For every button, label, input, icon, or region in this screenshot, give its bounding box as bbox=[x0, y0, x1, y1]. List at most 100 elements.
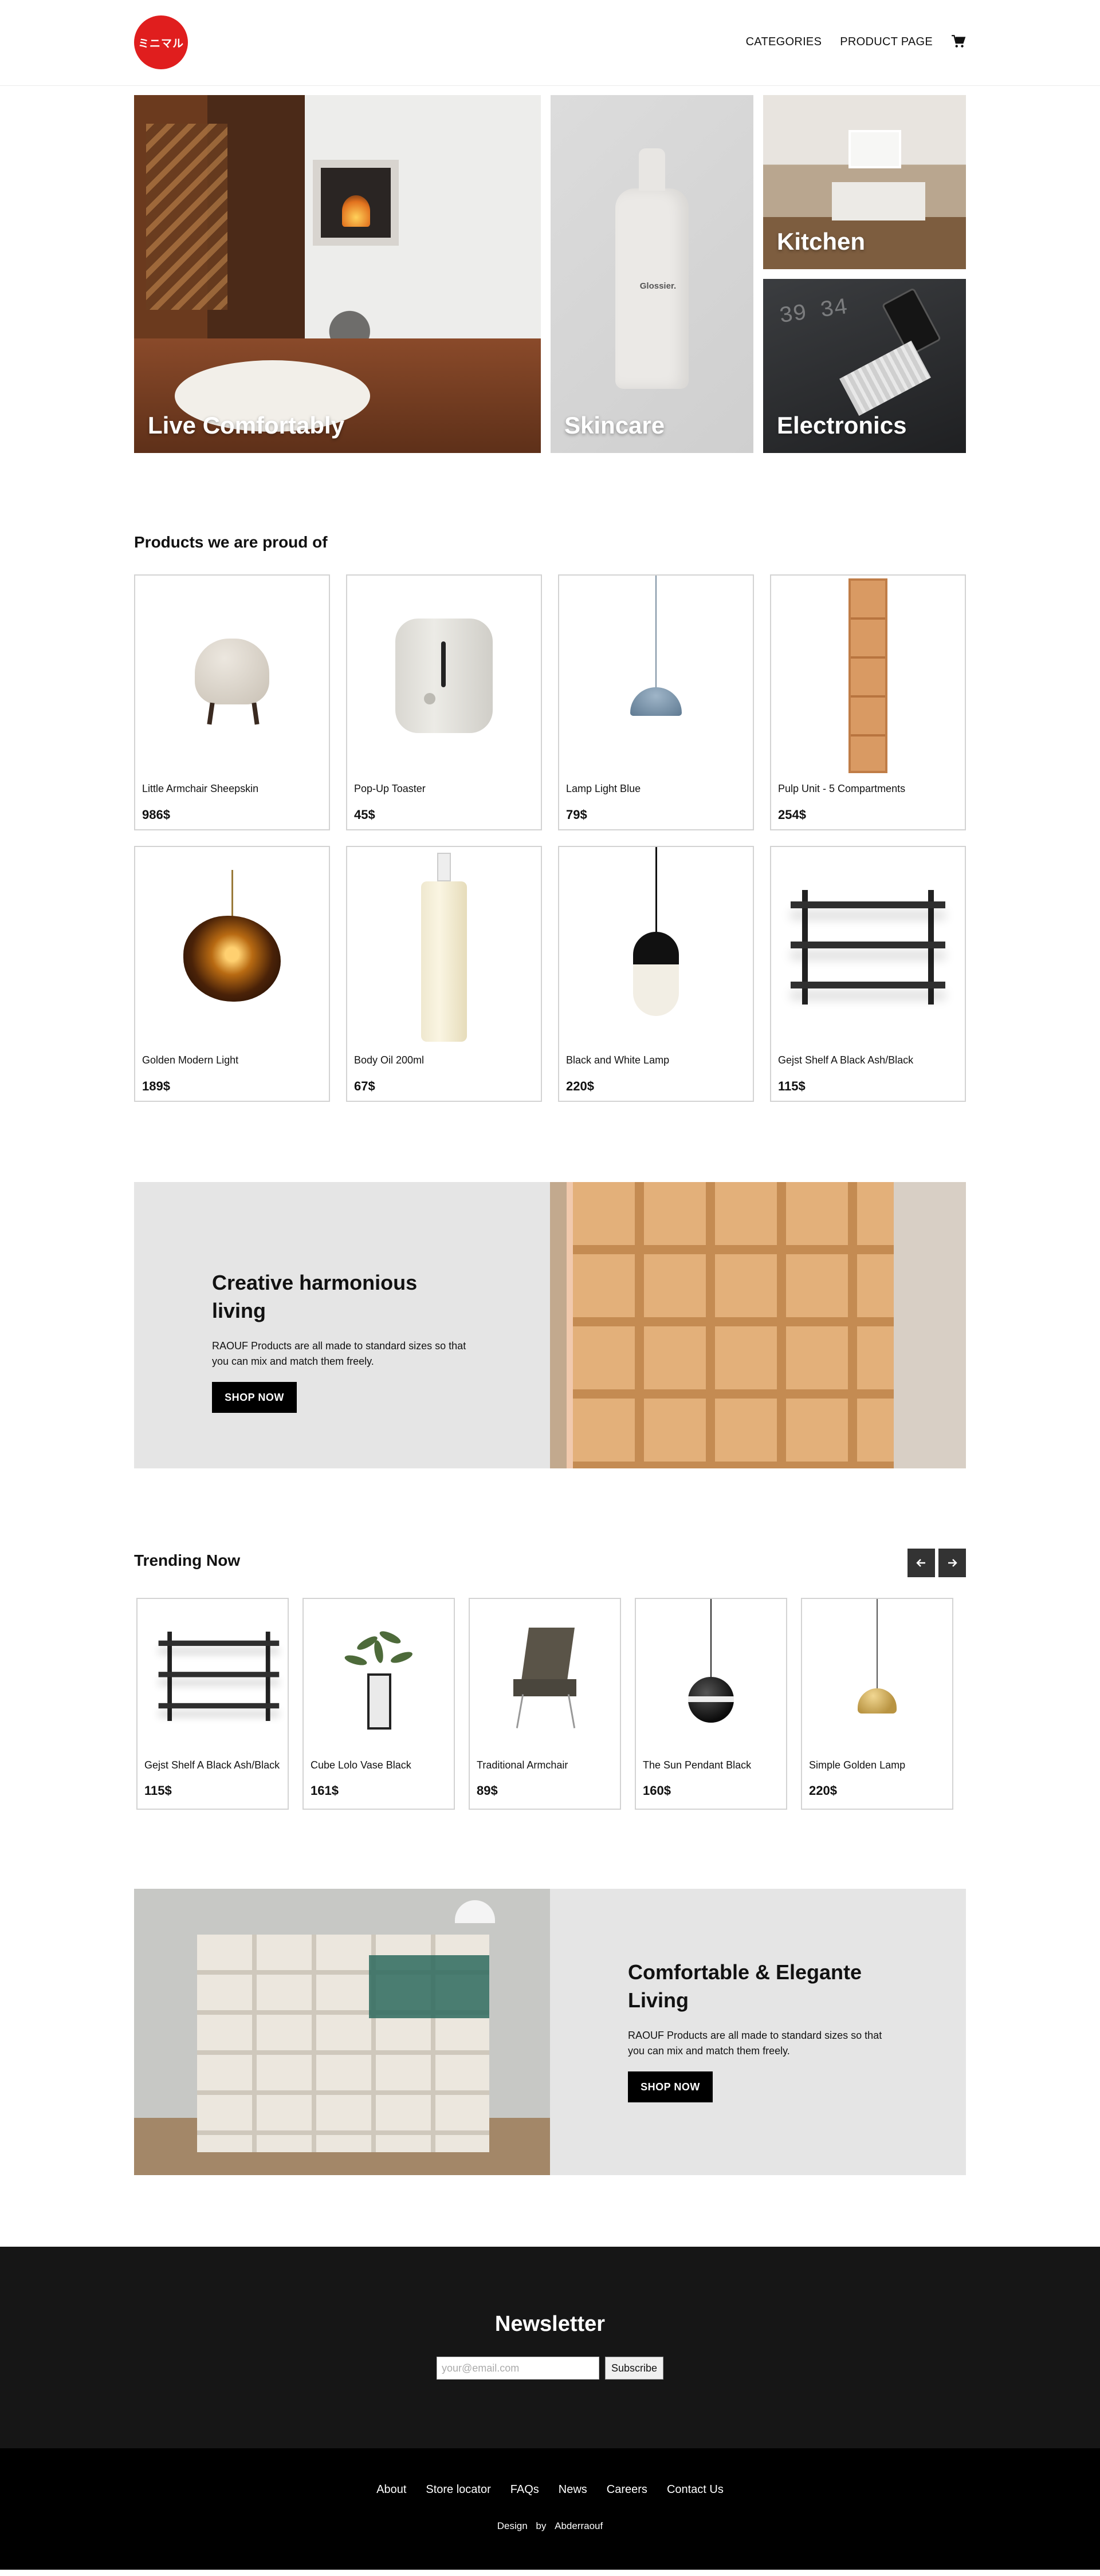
footer-link-store-locator[interactable]: Store locator bbox=[426, 2483, 490, 2496]
product-name: Golden Modern Light bbox=[142, 1054, 239, 1066]
newsletter-form: Subscribe bbox=[0, 2357, 1100, 2380]
category-tile-skincare[interactable]: Glossier. Skincare bbox=[551, 95, 753, 453]
keyboard-graphic bbox=[839, 340, 931, 416]
product-name: Gejst Shelf A Black Ash/Black bbox=[778, 1054, 914, 1066]
trending-card[interactable]: Cube Lolo Vase Black 161$ bbox=[302, 1598, 455, 1810]
credit-prefix: Design bbox=[497, 2520, 528, 2531]
product-name: Cube Lolo Vase Black bbox=[311, 1759, 411, 1771]
product-price: 220$ bbox=[809, 1783, 837, 1798]
arrow-left-icon[interactable] bbox=[907, 1549, 935, 1577]
main-content: Live Comfortably Glossier. Skincare Kitc… bbox=[134, 95, 966, 2175]
subscribe-button[interactable]: Subscribe bbox=[604, 2357, 664, 2380]
proud-products-grid: Little Armchair Sheepskin 986$ Pop-Up To… bbox=[134, 574, 966, 1102]
nav-product-page[interactable]: PRODUCT PAGE bbox=[840, 36, 933, 49]
trending-title: Trending Now bbox=[134, 1551, 241, 1569]
site-header: ミニマル CATEGORIES PRODUCT PAGE bbox=[0, 0, 1100, 86]
product-card[interactable]: Lamp Light Blue 79$ bbox=[558, 574, 754, 830]
site-footer: About Store locator FAQs News Careers Co… bbox=[0, 2448, 1100, 2570]
product-price: 986$ bbox=[142, 808, 170, 822]
promo-text-panel: Creative harmonious living RAOUF Product… bbox=[134, 1182, 550, 1468]
footer-link-about[interactable]: About bbox=[376, 2483, 406, 2496]
product-image bbox=[771, 847, 965, 1047]
product-price: 79$ bbox=[566, 808, 587, 822]
product-card[interactable]: Gejst Shelf A Black Ash/Black 115$ bbox=[770, 846, 966, 1102]
logo[interactable]: ミニマル bbox=[134, 15, 188, 69]
shop-now-button[interactable]: SHOP NOW bbox=[212, 1382, 297, 1413]
product-price: 189$ bbox=[142, 1079, 170, 1093]
product-card[interactable]: Pulp Unit - 5 Compartments 254$ bbox=[770, 574, 966, 830]
product-name: Pulp Unit - 5 Compartments bbox=[778, 783, 906, 794]
product-price: 67$ bbox=[354, 1079, 375, 1093]
product-card[interactable]: Body Oil 200ml 67$ bbox=[346, 846, 542, 1102]
promo-text-panel: Comfortable & Elegante Living RAOUF Prod… bbox=[550, 1889, 966, 2175]
trending-card[interactable]: Gejst Shelf A Black Ash/Black 115$ bbox=[136, 1598, 289, 1810]
product-name: Lamp Light Blue bbox=[566, 783, 641, 794]
bottle-brand: Glossier. bbox=[639, 281, 677, 291]
product-image bbox=[559, 576, 753, 776]
product-price: 115$ bbox=[778, 1079, 806, 1093]
promo-description: RAOUF Products are all made to standard … bbox=[628, 2030, 882, 2057]
category-tile-living[interactable]: Live Comfortably bbox=[134, 95, 541, 453]
footer-link-news[interactable]: News bbox=[559, 2483, 587, 2496]
footer-link-faqs[interactable]: FAQs bbox=[510, 2483, 539, 2496]
product-price: 160$ bbox=[643, 1783, 671, 1798]
promo-banner-elegant: Comfortable & Elegante Living RAOUF Prod… bbox=[134, 1889, 966, 2175]
promo-banner-creative: Creative harmonious living RAOUF Product… bbox=[134, 1182, 966, 1468]
product-card[interactable]: Black and White Lamp 220$ bbox=[558, 846, 754, 1102]
newsletter-section: Newsletter Subscribe bbox=[0, 2247, 1100, 2448]
promo-image-bookcase bbox=[134, 1889, 550, 2175]
product-image bbox=[771, 576, 965, 776]
product-card[interactable]: Golden Modern Light 189$ bbox=[134, 846, 330, 1102]
product-name: The Sun Pendant Black bbox=[643, 1759, 752, 1771]
product-image bbox=[636, 1599, 786, 1754]
product-name: Body Oil 200ml bbox=[354, 1054, 425, 1066]
product-price: 45$ bbox=[354, 808, 375, 822]
shopping-cart-icon[interactable] bbox=[951, 34, 966, 49]
product-name: Pop-Up Toaster bbox=[354, 783, 426, 794]
trending-header: Trending Now bbox=[134, 1549, 966, 1577]
footer-links: About Store locator FAQs News Careers Co… bbox=[0, 2483, 1100, 2496]
product-image bbox=[347, 576, 541, 776]
category-tile-electronics[interactable]: 39 34 Electronics bbox=[763, 279, 966, 453]
product-image bbox=[135, 576, 329, 776]
product-name: Gejst Shelf A Black Ash/Black bbox=[144, 1759, 280, 1771]
product-card[interactable]: Pop-Up Toaster 45$ bbox=[346, 574, 542, 830]
category-label: Skincare bbox=[564, 412, 665, 439]
product-image bbox=[304, 1599, 454, 1754]
product-image bbox=[559, 847, 753, 1047]
product-image bbox=[470, 1599, 620, 1754]
promo-title: Creative harmonious living bbox=[212, 1271, 418, 1322]
product-name: Black and White Lamp bbox=[566, 1054, 670, 1066]
product-price: 254$ bbox=[778, 808, 806, 822]
shop-now-button[interactable]: SHOP NOW bbox=[628, 2071, 713, 2103]
proud-section-title: Products we are proud of bbox=[134, 533, 328, 551]
category-label: Live Comfortably bbox=[148, 412, 345, 439]
hero-image-living bbox=[146, 124, 228, 310]
product-name: Traditional Armchair bbox=[477, 1759, 568, 1771]
product-price: 115$ bbox=[144, 1783, 172, 1798]
trending-card[interactable]: The Sun Pendant Black 160$ bbox=[635, 1598, 787, 1810]
category-tile-kitchen[interactable]: Kitchen bbox=[763, 95, 966, 269]
product-name: Simple Golden Lamp bbox=[809, 1759, 906, 1771]
footer-link-contact[interactable]: Contact Us bbox=[667, 2483, 724, 2496]
product-image bbox=[347, 847, 541, 1047]
fireplace-graphic bbox=[313, 159, 399, 246]
product-image bbox=[135, 847, 329, 1047]
credit-name[interactable]: Abderraouf bbox=[555, 2520, 603, 2531]
trending-card[interactable]: Traditional Armchair 89$ bbox=[469, 1598, 621, 1810]
product-image bbox=[138, 1599, 288, 1754]
design-credit: Design by Abderraouf bbox=[0, 2520, 1100, 2532]
trending-carousel: Gejst Shelf A Black Ash/Black 115$ Cube … bbox=[134, 1598, 966, 1810]
credit-by: by bbox=[536, 2520, 547, 2531]
nav-categories[interactable]: CATEGORIES bbox=[746, 36, 822, 49]
promo-description: RAOUF Products are all made to standard … bbox=[212, 1340, 466, 1368]
trending-card[interactable]: Simple Golden Lamp 220$ bbox=[801, 1598, 953, 1810]
category-label: Electronics bbox=[777, 412, 907, 439]
product-card[interactable]: Little Armchair Sheepskin 986$ bbox=[134, 574, 330, 830]
product-image bbox=[802, 1599, 952, 1754]
product-name: Little Armchair Sheepskin bbox=[142, 783, 259, 794]
newsletter-title: Newsletter bbox=[494, 2312, 606, 2336]
arrow-right-icon[interactable] bbox=[938, 1549, 966, 1577]
email-field[interactable] bbox=[436, 2357, 599, 2380]
footer-link-careers[interactable]: Careers bbox=[607, 2483, 647, 2496]
